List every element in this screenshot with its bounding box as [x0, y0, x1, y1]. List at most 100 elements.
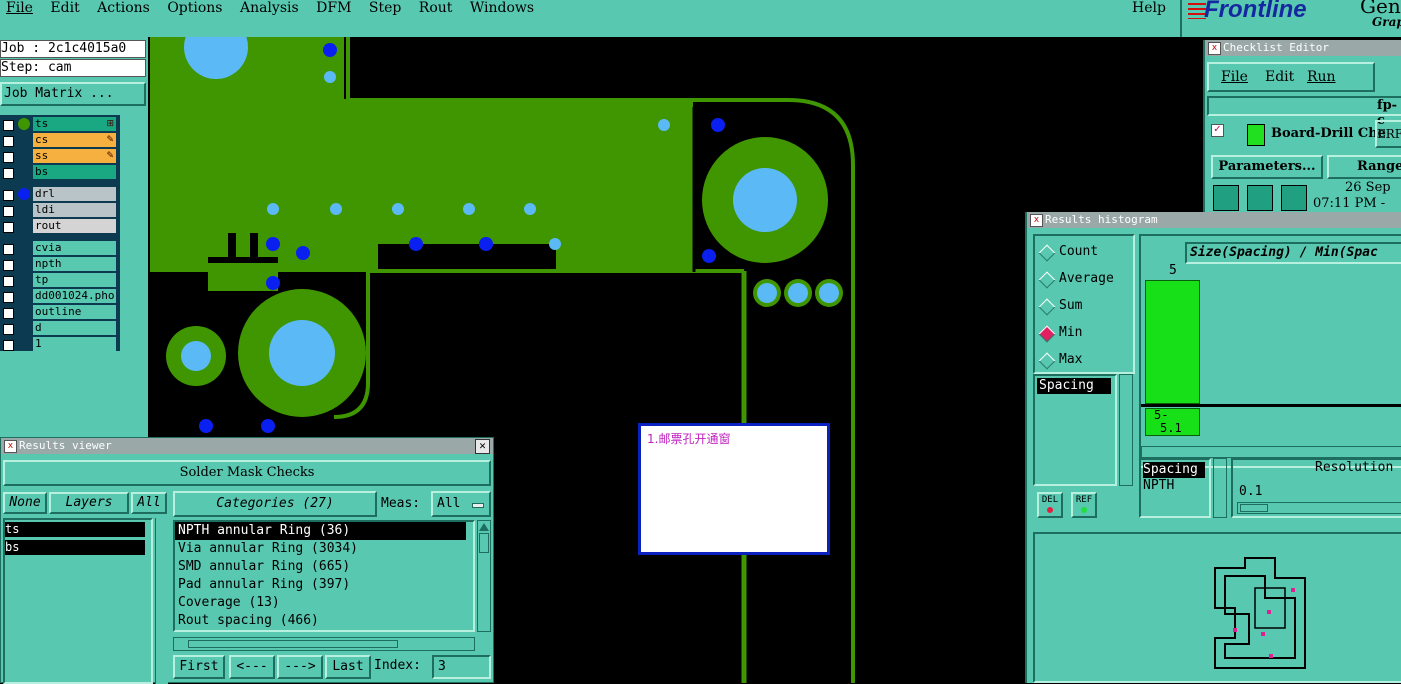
- erf-button[interactable]: ERF: [1375, 120, 1401, 148]
- layer-checkbox[interactable]: [3, 292, 14, 303]
- radio-max[interactable]: [1038, 352, 1056, 370]
- layer-row-npth[interactable]: npth: [0, 257, 118, 272]
- prev-button[interactable]: <---: [229, 655, 275, 679]
- layer-results-list[interactable]: ts bs: [3, 518, 153, 684]
- del-button[interactable]: DEL: [1037, 492, 1063, 518]
- run-icon-3[interactable]: [1281, 185, 1307, 211]
- layer-checkbox[interactable]: [3, 206, 14, 217]
- index-input[interactable]: 3: [432, 655, 491, 679]
- layer-checkbox[interactable]: [3, 244, 14, 255]
- first-button[interactable]: First: [173, 655, 225, 679]
- all-layers-button[interactable]: All: [131, 492, 167, 514]
- layer-row-cs[interactable]: cs ✎: [0, 133, 118, 148]
- parameters-button[interactable]: Parameters...: [1211, 155, 1323, 179]
- radio-min[interactable]: [1038, 325, 1056, 343]
- checklist-menu-edit[interactable]: Edit: [1265, 69, 1294, 85]
- checklist-action-row[interactable]: ✓ Board-Drill Che ERF: [1207, 120, 1401, 150]
- radio-label-min[interactable]: Min: [1059, 325, 1082, 340]
- layer-checkbox[interactable]: [3, 260, 14, 271]
- radio-average[interactable]: [1038, 271, 1056, 289]
- radio-count[interactable]: [1038, 244, 1056, 262]
- layer-row-1[interactable]: 1: [0, 337, 118, 352]
- results-viewer-titlebar[interactable]: x Results viewer ✕: [1, 438, 493, 454]
- close-icon[interactable]: ✕: [475, 439, 490, 454]
- layers-button[interactable]: Layers: [49, 492, 129, 514]
- selection-npth[interactable]: NPTH: [1143, 478, 1209, 494]
- selection-spacing[interactable]: Spacing: [1143, 462, 1205, 478]
- overview-map[interactable]: [1033, 532, 1401, 683]
- selection-scrollbar[interactable]: [1213, 458, 1227, 518]
- layer-name[interactable]: cs: [33, 133, 116, 147]
- checklist-menu-file[interactable]: File: [1221, 69, 1248, 85]
- category-item[interactable]: Via annular Ring (3034): [175, 540, 473, 558]
- window-menu-icon[interactable]: x: [1208, 42, 1221, 55]
- layer-name[interactable]: 1: [33, 337, 116, 351]
- category-item[interactable]: NPTH annular Ring (36): [175, 522, 466, 540]
- category-item[interactable]: Pad annular Ring (397): [175, 576, 473, 594]
- action-check-icon[interactable]: ✓: [1211, 124, 1224, 137]
- menu-windows[interactable]: Windows: [470, 0, 534, 16]
- scroll-up-icon[interactable]: [479, 523, 489, 531]
- radio-label-max[interactable]: Max: [1059, 352, 1082, 367]
- resolution-slider-thumb[interactable]: [1240, 504, 1268, 512]
- layer-row-dd001024-pho[interactable]: dd001024.pho: [0, 289, 118, 304]
- categories-scrollbar[interactable]: [477, 520, 491, 632]
- categories-hscrollbar[interactable]: [173, 637, 475, 651]
- layer-name[interactable]: cvia: [33, 241, 116, 255]
- chart-hscrollbar[interactable]: [1141, 446, 1401, 458]
- layer-name[interactable]: outline: [33, 305, 116, 319]
- layer-name[interactable]: ts: [33, 117, 116, 131]
- menu-analysis[interactable]: Analysis: [240, 0, 299, 16]
- layer-checkbox[interactable]: [3, 120, 14, 131]
- category-item[interactable]: Rout spacing (466): [175, 612, 473, 630]
- menu-file[interactable]: File: [6, 0, 33, 16]
- layer-name[interactable]: bs: [33, 165, 116, 179]
- layer-name[interactable]: ldi: [33, 203, 116, 217]
- list-item[interactable]: bs: [5, 540, 145, 555]
- layer-row-drl[interactable]: drl: [0, 187, 118, 202]
- run-icon-2[interactable]: [1247, 185, 1273, 211]
- list-item[interactable]: ts: [5, 522, 145, 537]
- list-item[interactable]: Spacing: [1037, 378, 1111, 394]
- scroll-thumb[interactable]: [479, 533, 489, 553]
- action-name[interactable]: Board-Drill Che: [1271, 126, 1386, 141]
- layer-name[interactable]: rout: [33, 219, 116, 233]
- category-item[interactable]: SMD annular Ring (665): [175, 558, 473, 576]
- layer-checkbox[interactable]: [3, 222, 14, 233]
- measure-list[interactable]: Spacing: [1033, 374, 1117, 486]
- layer-checkbox[interactable]: [3, 168, 14, 179]
- none-button[interactable]: None: [3, 492, 47, 514]
- layer-row-outline[interactable]: outline: [0, 305, 118, 320]
- layer-row-d[interactable]: d: [0, 321, 118, 336]
- histogram-titlebar[interactable]: x Results histogram: [1027, 212, 1401, 228]
- categories-list[interactable]: NPTH annular Ring (36) Via annular Ring (…: [173, 520, 475, 632]
- layer-checkbox[interactable]: [3, 340, 14, 351]
- ranges-button[interactable]: Ranges: [1327, 155, 1401, 179]
- histogram-bin[interactable]: 5- 5.1: [1145, 408, 1200, 436]
- menu-step[interactable]: Step: [369, 0, 401, 16]
- histogram-chart[interactable]: Size(Spacing) / Min(Spac 5 5- 5.1: [1139, 234, 1401, 468]
- measure-list-scrollbar[interactable]: [1119, 374, 1133, 486]
- layer-checkbox[interactable]: [3, 324, 14, 335]
- checklist-titlebar[interactable]: x Checklist Editor: [1205, 40, 1401, 56]
- menu-actions[interactable]: Actions: [97, 0, 150, 16]
- layer-name[interactable]: dd001024.pho: [33, 289, 116, 303]
- hscroll-thumb[interactable]: [188, 640, 398, 648]
- category-item[interactable]: Coverage (13): [175, 594, 473, 612]
- layer-row-bs[interactable]: bs: [0, 165, 118, 180]
- layer-name[interactable]: drl: [33, 187, 116, 201]
- layer-checkbox[interactable]: [3, 308, 14, 319]
- layer-checkbox[interactable]: [3, 152, 14, 163]
- last-button[interactable]: Last: [325, 655, 371, 679]
- selection-list[interactable]: Spacing NPTH: [1139, 458, 1211, 518]
- layer-row-ts[interactable]: ts ⊞: [0, 117, 118, 132]
- window-menu-icon[interactable]: x: [4, 440, 17, 453]
- layer-name[interactable]: npth: [33, 257, 116, 271]
- categories-button[interactable]: Categories (27): [173, 491, 377, 517]
- layer-row-rout[interactable]: rout: [0, 219, 118, 234]
- menu-rout[interactable]: Rout: [419, 0, 453, 16]
- layer-checkbox[interactable]: [3, 190, 14, 201]
- window-menu-icon[interactable]: x: [1030, 214, 1043, 227]
- layer-checkbox[interactable]: [3, 276, 14, 287]
- run-icon-1[interactable]: [1213, 185, 1239, 211]
